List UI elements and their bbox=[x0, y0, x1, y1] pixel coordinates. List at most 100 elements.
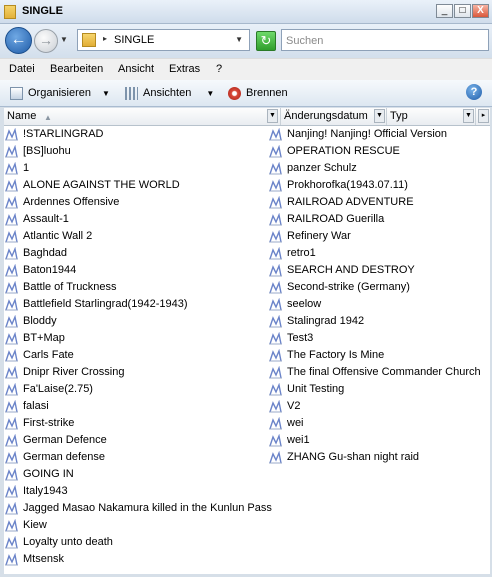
file-name: panzer Schulz bbox=[287, 162, 357, 174]
address-bar[interactable]: ▸ SINGLE ▼ bbox=[77, 29, 250, 51]
file-name: The final Offensive Commander Church bbox=[287, 366, 481, 378]
column-header-name[interactable]: Name ▲ bbox=[4, 108, 281, 125]
scenario-file-icon bbox=[5, 400, 18, 413]
scenario-file-icon bbox=[5, 434, 18, 447]
scenario-file-icon bbox=[5, 247, 18, 260]
scenario-file-icon bbox=[5, 230, 18, 243]
file-name: Test3 bbox=[287, 332, 314, 344]
scenario-file-icon bbox=[269, 196, 282, 209]
file-name: Refinery War bbox=[287, 230, 351, 242]
column-header-modified[interactable]: Änderungsdatum bbox=[281, 108, 387, 125]
file-name: Baghdad bbox=[23, 247, 68, 259]
file-name: Atlantic Wall 2 bbox=[23, 230, 93, 242]
organize-dropdown-icon: ▼ bbox=[102, 89, 110, 98]
file-name: The Factory Is Mine bbox=[287, 349, 385, 361]
scenario-file-icon bbox=[5, 213, 18, 226]
file-name: Kiew bbox=[23, 519, 47, 531]
menu-item-ansicht[interactable]: Ansicht bbox=[118, 63, 154, 75]
scenario-file-icon bbox=[269, 281, 282, 294]
scenario-file-icon bbox=[269, 247, 282, 260]
menu-item-datei[interactable]: Datei bbox=[9, 63, 35, 75]
file-name: wei bbox=[287, 417, 304, 429]
file-name: Mtsensk bbox=[23, 553, 64, 565]
forward-button[interactable]: → bbox=[34, 29, 58, 53]
scenario-file-icon bbox=[269, 230, 282, 243]
window-title: SINGLE bbox=[22, 5, 63, 17]
scenario-file-icon bbox=[269, 349, 282, 362]
file-name: German defense bbox=[23, 451, 105, 463]
modified-filter-dropdown-icon[interactable]: ▼ bbox=[374, 109, 385, 123]
organize-button[interactable]: Organisieren ▼ bbox=[10, 85, 110, 101]
file-name: [BS]luohu bbox=[23, 145, 71, 157]
views-icon bbox=[125, 86, 138, 100]
file-name: Italy1943 bbox=[23, 485, 68, 497]
column-type-label: Typ bbox=[390, 110, 408, 122]
scenario-file-icon bbox=[269, 366, 282, 379]
organize-label: Organisieren bbox=[28, 87, 91, 99]
breadcrumb-arrow-icon[interactable]: ▸ bbox=[103, 34, 107, 43]
file-name: Carls Fate bbox=[23, 349, 74, 361]
menu-item-help[interactable]: ? bbox=[216, 63, 222, 75]
scenario-file-icon bbox=[269, 162, 282, 175]
file-name: wei1 bbox=[287, 434, 310, 446]
file-name: ZHANG Gu-shan night raid bbox=[287, 451, 420, 463]
scenario-file-icon bbox=[5, 162, 18, 175]
burn-disc-icon bbox=[228, 86, 241, 100]
file-name: seelow bbox=[287, 298, 322, 310]
scenario-file-icon bbox=[5, 145, 18, 158]
back-button[interactable]: ← bbox=[5, 27, 32, 54]
folder-icon bbox=[4, 5, 16, 19]
scenario-file-icon bbox=[269, 179, 282, 192]
file-name: OPERATION RESCUE bbox=[287, 145, 400, 157]
scenario-file-icon bbox=[5, 332, 18, 345]
burn-button[interactable]: Brennen bbox=[228, 85, 288, 101]
scenario-file-icon bbox=[5, 451, 18, 464]
scenario-file-icon bbox=[269, 332, 282, 345]
scenario-file-icon bbox=[5, 485, 18, 498]
scenario-file-icon bbox=[269, 383, 282, 396]
menu-item-extras[interactable]: Extras bbox=[169, 63, 200, 75]
scenario-file-icon bbox=[269, 451, 282, 464]
scenario-file-icon bbox=[5, 502, 18, 515]
file-name: GOING IN bbox=[23, 468, 74, 480]
maximize-button[interactable]: □ bbox=[454, 4, 471, 18]
menu-item-bearbeiten[interactable]: Bearbeiten bbox=[50, 63, 103, 75]
file-name: Second-strike (Germany) bbox=[287, 281, 410, 293]
scroll-right-icon[interactable]: ▸ bbox=[478, 109, 489, 123]
scenario-file-icon bbox=[5, 468, 18, 481]
refresh-button[interactable]: ↻ bbox=[256, 31, 276, 51]
file-name: Bloddy bbox=[23, 315, 57, 327]
scenario-file-icon bbox=[269, 264, 282, 277]
file-name: Unit Testing bbox=[287, 383, 345, 395]
folder-icon bbox=[82, 33, 96, 47]
menu-bar: Datei Bearbeiten Ansicht Extras ? bbox=[0, 58, 492, 81]
scenario-file-icon bbox=[5, 536, 18, 549]
history-dropdown-icon[interactable]: ▼ bbox=[60, 35, 68, 44]
file-name: First-strike bbox=[23, 417, 75, 429]
views-button[interactable]: Ansichten ▼ bbox=[125, 85, 214, 101]
help-icon[interactable]: ? bbox=[466, 84, 482, 100]
file-name: Loyalty unto death bbox=[23, 536, 113, 548]
search-input[interactable]: Suchen bbox=[281, 29, 489, 51]
views-label: Ansichten bbox=[143, 87, 192, 99]
scenario-file-icon bbox=[269, 400, 282, 413]
minimize-button[interactable]: _ bbox=[436, 4, 453, 18]
breadcrumb-current-folder[interactable]: SINGLE bbox=[114, 34, 154, 46]
file-name: Fa'Laise(2.75) bbox=[23, 383, 93, 395]
file-name: 1 bbox=[23, 162, 30, 174]
file-name: Stalingrad 1942 bbox=[287, 315, 365, 327]
name-filter-dropdown-icon[interactable]: ▼ bbox=[267, 109, 278, 123]
type-filter-dropdown-icon[interactable]: ▼ bbox=[463, 109, 474, 123]
scenario-file-icon bbox=[5, 417, 18, 430]
scenario-file-icon bbox=[269, 213, 282, 226]
scenario-file-icon bbox=[269, 434, 282, 447]
close-button[interactable]: X bbox=[472, 4, 489, 18]
address-dropdown-icon[interactable]: ▼ bbox=[235, 35, 243, 44]
navigation-bar: ← → ▼ ▸ SINGLE ▼ ↻ Suchen bbox=[0, 24, 492, 58]
scenario-file-icon bbox=[5, 179, 18, 192]
file-name: retro1 bbox=[287, 247, 316, 259]
file-name: Ardennes Offensive bbox=[23, 196, 120, 208]
file-name: German Defence bbox=[23, 434, 107, 446]
burn-label: Brennen bbox=[246, 87, 288, 99]
file-name: Prokhorofka(1943.07.11) bbox=[287, 179, 408, 191]
